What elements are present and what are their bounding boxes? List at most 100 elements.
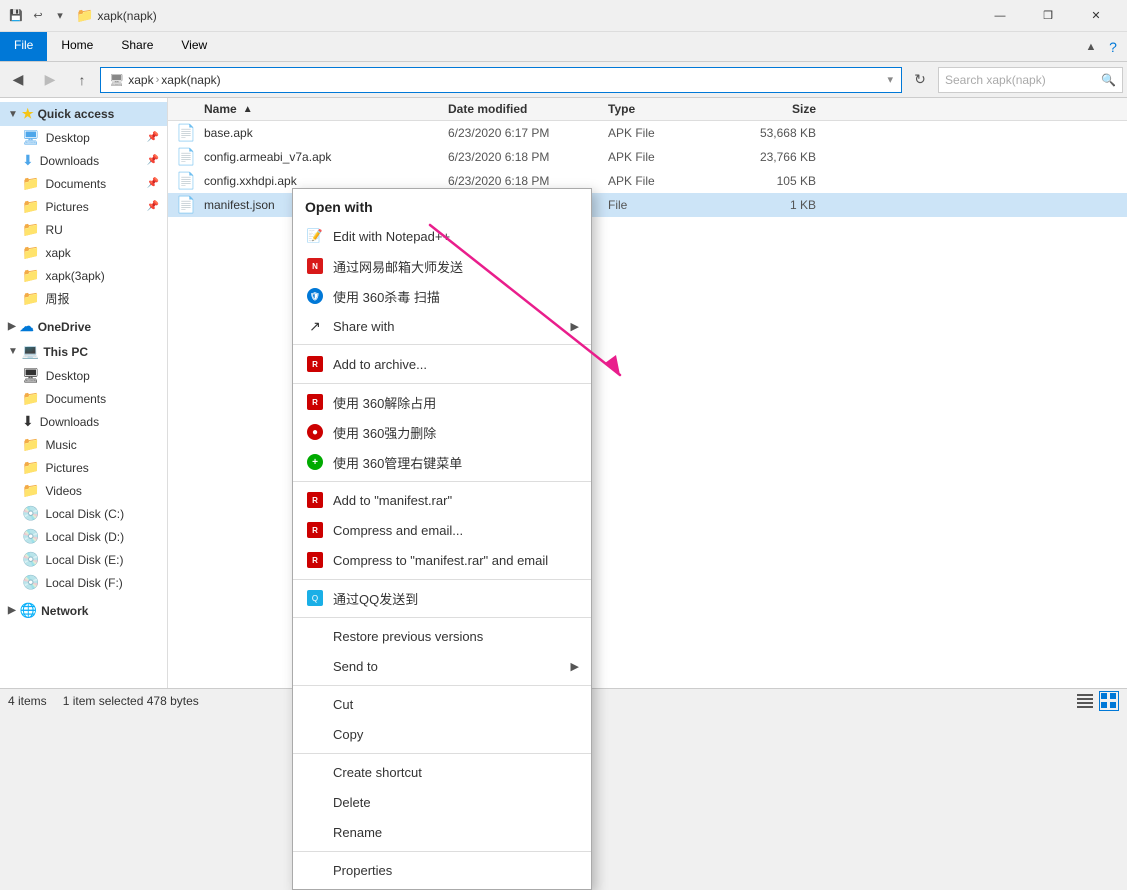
file-icon-config-armeabi: 📄 — [168, 147, 204, 167]
sidebar-item-documents-quick[interactable]: 📁 Documents 📌 — [0, 172, 167, 195]
ctx-item-send-163[interactable]: N 通过网易邮箱大师发送 — [293, 251, 591, 281]
ctx-item-scan-360[interactable]: 🛡 使用 360杀毒 扫描 — [293, 281, 591, 311]
sidebar-item-videos-pc[interactable]: 📁 Videos — [0, 479, 167, 502]
sidebar-item-xapk[interactable]: 📁 xapk — [0, 241, 167, 264]
ctx-item-360-delete[interactable]: ● 使用 360强力删除 — [293, 417, 591, 447]
xapk-label: xapk — [45, 246, 70, 260]
ctx-icon-rename — [305, 822, 325, 842]
details-view-button[interactable] — [1075, 691, 1095, 711]
ctx-item-360-manage[interactable]: + 使用 360管理右键菜单 — [293, 447, 591, 477]
sidebar-item-local-d[interactable]: 💿 Local Disk (D:) — [0, 525, 167, 548]
ctx-item-edit-notepad[interactable]: 📝 Edit with Notepad++ — [293, 221, 591, 251]
sidebar-item-music-pc[interactable]: 📁 Music — [0, 433, 167, 456]
ctx-item-create-shortcut[interactable]: Create shortcut — [293, 753, 591, 787]
breadcrumb-part1[interactable]: xapk — [128, 73, 153, 87]
downloads-quick-label: Downloads — [40, 154, 99, 168]
ctx-item-send-to[interactable]: Send to ▶ — [293, 651, 591, 681]
file-row-base-apk[interactable]: 📄 base.apk 6/23/2020 6:17 PM APK File 53… — [168, 121, 1127, 145]
sidebar-item-downloads-quick[interactable]: ⬇ Downloads 📌 — [0, 149, 167, 172]
sidebar-item-downloads-pc[interactable]: ⬇ Downloads — [0, 410, 167, 433]
minimize-button[interactable]: — — [977, 0, 1023, 32]
pc-documents-label: Documents — [45, 392, 106, 406]
sidebar-quick-access-header[interactable]: ▼ ★ Quick access — [0, 102, 167, 126]
undo-icon: ↩ — [30, 8, 46, 24]
ctx-icon-restore — [305, 626, 325, 646]
address-dropdown-icon[interactable]: ▾ — [887, 73, 893, 86]
sidebar-item-ru[interactable]: 📁 RU — [0, 218, 167, 241]
sidebar-item-documents-pc[interactable]: 📁 Documents — [0, 387, 167, 410]
xapk3apk-folder-icon: 📁 — [22, 267, 39, 284]
help-icon[interactable]: ? — [1103, 37, 1123, 57]
tab-file[interactable]: File — [0, 32, 47, 61]
ctx-item-cut[interactable]: Cut — [293, 685, 591, 719]
file-date-config-armeabi: 6/23/2020 6:18 PM — [448, 150, 608, 164]
ctx-item-restore-versions[interactable]: Restore previous versions — [293, 617, 591, 651]
sidebar-thispc-header[interactable]: ▼ 💻 This PC — [0, 339, 167, 364]
file-row-config-armeabi[interactable]: 📄 config.armeabi_v7a.apk 6/23/2020 6:18 … — [168, 145, 1127, 169]
sidebar-onedrive-header[interactable]: ▶ ☁ OneDrive — [0, 314, 167, 339]
thispc-pc-icon: 💻 — [22, 343, 39, 360]
ctx-item-rename[interactable]: Rename — [293, 817, 591, 847]
close-button[interactable]: ✕ — [1073, 0, 1119, 32]
ctx-item-properties[interactable]: Properties — [293, 851, 591, 885]
ctx-icon-create-shortcut — [305, 762, 325, 782]
tab-share[interactable]: Share — [107, 32, 167, 61]
sidebar-network-header[interactable]: ▶ 🌐 Network — [0, 598, 167, 623]
ctx-item-compress-manifest-email[interactable]: R Compress to "manifest.rar" and email — [293, 545, 591, 575]
pc-disk-c-label: Local Disk (C:) — [45, 507, 124, 521]
ctx-item-add-archive[interactable]: R Add to archive... — [293, 349, 591, 379]
col-header-size[interactable]: Size — [728, 102, 828, 116]
col-header-type[interactable]: Type — [608, 102, 728, 116]
pc-disk-e-icon: 💿 — [22, 551, 39, 568]
sidebar-item-local-e[interactable]: 💿 Local Disk (E:) — [0, 548, 167, 571]
col-header-date[interactable]: Date modified — [448, 102, 608, 116]
sidebar-item-desktop-quick[interactable]: 🖥 Desktop 📌 — [0, 126, 167, 149]
col-header-name[interactable]: Name ▲ — [168, 102, 448, 116]
refresh-button[interactable]: ↻ — [906, 66, 934, 94]
col-type-label: Type — [608, 102, 635, 116]
sidebar-item-pictures-pc[interactable]: 📁 Pictures — [0, 456, 167, 479]
sidebar-item-desktop-pc[interactable]: 🖥 Desktop — [0, 364, 167, 387]
tab-home[interactable]: Home — [47, 32, 107, 61]
search-box[interactable]: Search xapk(napk) 🔍 — [938, 67, 1123, 93]
restore-button[interactable]: ❒ — [1025, 0, 1071, 32]
pc-disk-f-icon: 💿 — [22, 574, 39, 591]
ctx-label-scan-360: 使用 360杀毒 扫描 — [333, 287, 579, 306]
ctx-item-copy[interactable]: Copy — [293, 719, 591, 749]
ctx-item-360-decompress[interactable]: R 使用 360解除占用 — [293, 383, 591, 417]
desktop-quick-label: Desktop — [46, 131, 90, 145]
sidebar-item-local-f[interactable]: 💿 Local Disk (F:) — [0, 571, 167, 594]
desktop-pin-icon: 📌 — [147, 132, 159, 143]
sidebar-item-pictures-quick[interactable]: 📁 Pictures 📌 — [0, 195, 167, 218]
desktop-folder-icon: 🖥 — [22, 129, 40, 146]
sidebar-item-weekly[interactable]: 📁 周报 — [0, 287, 167, 310]
breadcrumb-part2[interactable]: xapk(napk) — [161, 73, 220, 87]
tab-view[interactable]: View — [167, 32, 221, 61]
ctx-label-360-decompress: 使用 360解除占用 — [333, 393, 579, 412]
pc-disk-d-icon: 💿 — [22, 528, 39, 545]
ctx-label-cut: Cut — [333, 697, 579, 712]
address-bar[interactable]: 🖥 xapk › xapk(napk) ▾ — [100, 67, 902, 93]
sidebar-item-xapk3apk[interactable]: 📁 xapk(3apk) — [0, 264, 167, 287]
ctx-item-compress-email[interactable]: R Compress and email... — [293, 515, 591, 545]
ribbon-minimize-icon[interactable]: ▲ — [1081, 37, 1101, 57]
ctx-icon-send-to — [305, 656, 325, 676]
ctx-item-delete[interactable]: Delete — [293, 787, 591, 817]
ctx-label-360-delete: 使用 360强力删除 — [333, 423, 579, 442]
back-button[interactable]: ◀ — [4, 66, 32, 94]
ctx-label-edit-notepad: Edit with Notepad++ — [333, 229, 579, 244]
ctx-icon-compress-manifest-email: R — [305, 550, 325, 570]
ctx-header-open-with: Open with — [293, 193, 591, 221]
title-bar: 💾 ↩ ▾ 📁 xapk(napk) — ❒ ✕ — [0, 0, 1127, 32]
large-icons-view-button[interactable] — [1099, 691, 1119, 711]
ctx-item-add-manifest-rar[interactable]: R Add to "manifest.rar" — [293, 481, 591, 515]
pc-disk-e-label: Local Disk (E:) — [45, 553, 123, 567]
ctx-icon-360-decompress: R — [305, 392, 325, 412]
ctx-item-share-with[interactable]: ↗ Share with ▶ — [293, 311, 591, 345]
forward-button[interactable]: ▶ — [36, 66, 64, 94]
ctx-label-delete: Delete — [333, 795, 579, 810]
up-button[interactable]: ↑ — [68, 66, 96, 94]
sidebar-item-local-c[interactable]: 💿 Local Disk (C:) — [0, 502, 167, 525]
ctx-item-send-qq[interactable]: Q 通过QQ发送到 — [293, 579, 591, 613]
status-items-count: 4 items — [8, 694, 47, 708]
